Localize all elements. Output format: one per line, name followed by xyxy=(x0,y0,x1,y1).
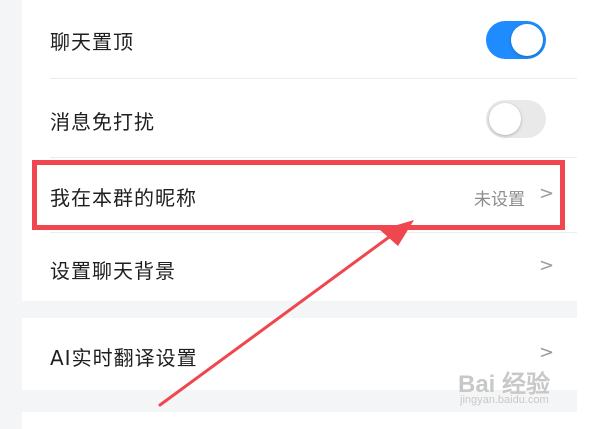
chat-settings-screen: 聊天置顶 消息免打扰 我在本群的昵称 未设置 > 设置聊天背景 > AI实时翻译… xyxy=(0,0,599,429)
watermark-url: jingyan.baidu.com xyxy=(460,394,549,406)
baidu-jingyan-watermark: Bai 经验 jingyan.baidu.com xyxy=(458,364,578,410)
arrow-head xyxy=(380,220,414,246)
arrow-shaft xyxy=(158,230,398,407)
